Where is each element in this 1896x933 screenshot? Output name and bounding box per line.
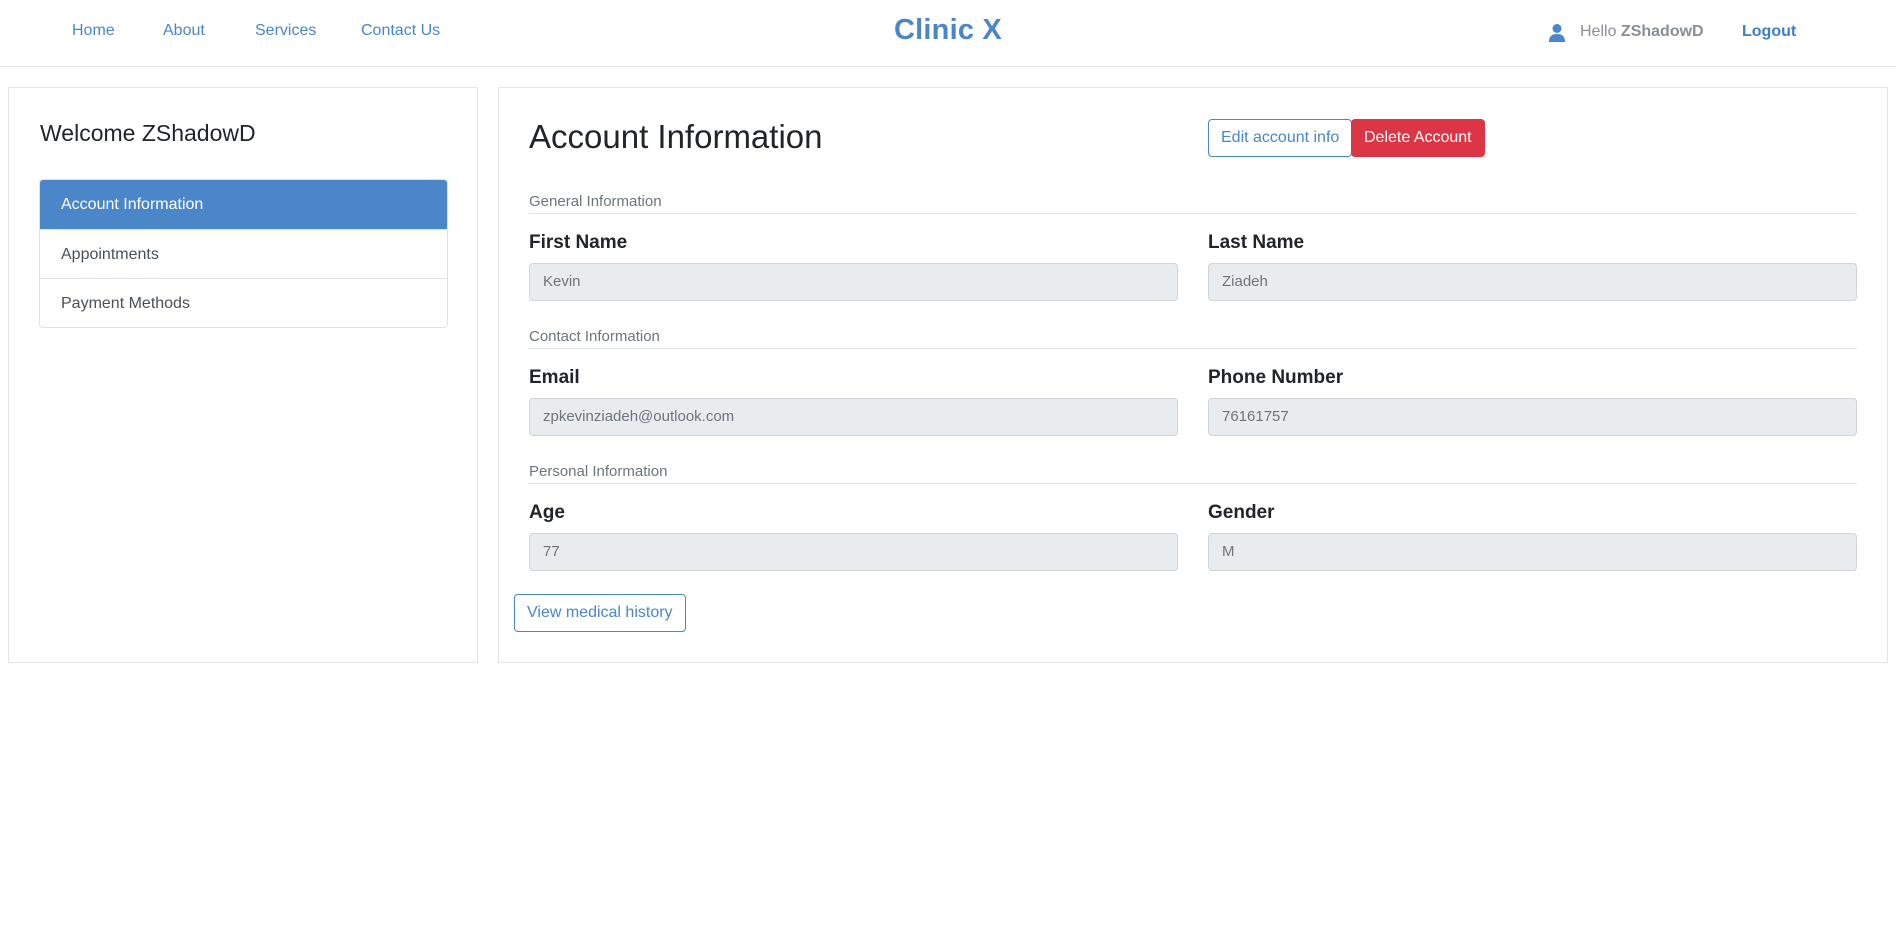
- page-title: Account Information: [529, 118, 823, 155]
- edit-account-button[interactable]: Edit account info: [1208, 119, 1353, 157]
- age-field[interactable]: 77: [529, 533, 1178, 571]
- last-name-label: Last Name: [1208, 232, 1305, 253]
- view-medical-history-button[interactable]: View medical history: [514, 594, 686, 632]
- section-contact-information: Contact Information: [529, 328, 1857, 349]
- account-info-panel: Account Information Edit account info De…: [498, 87, 1888, 663]
- menu-item-appointments[interactable]: Appointments: [40, 229, 447, 278]
- nav-about-link[interactable]: About: [163, 22, 205, 40]
- email-field[interactable]: zpkevinziadeh@outlook.com: [529, 398, 1178, 436]
- nav-contact-link[interactable]: Contact Us: [361, 22, 440, 40]
- delete-account-button[interactable]: Delete Account: [1351, 119, 1485, 157]
- user-icon: [1549, 24, 1565, 42]
- gender-label: Gender: [1208, 502, 1275, 523]
- user-greeting: Hello ZShadowD: [1580, 23, 1704, 41]
- menu-item-payment-methods[interactable]: Payment Methods: [40, 278, 447, 327]
- first-name-label: First Name: [529, 232, 628, 253]
- gender-field[interactable]: M: [1208, 533, 1857, 571]
- phone-number-field[interactable]: 76161757: [1208, 398, 1857, 436]
- first-name-field[interactable]: Kevin: [529, 263, 1178, 301]
- menu-item-account-information[interactable]: Account Information: [40, 180, 447, 229]
- phone-number-label: Phone Number: [1208, 367, 1344, 388]
- email-label: Email: [529, 367, 580, 388]
- section-personal-information: Personal Information: [529, 463, 1857, 484]
- section-general-information: General Information: [529, 193, 1857, 214]
- age-label: Age: [529, 502, 565, 523]
- logout-link[interactable]: Logout: [1742, 23, 1796, 41]
- welcome-heading: Welcome ZShadowD: [40, 120, 256, 146]
- brand-logo-text[interactable]: Clinic X: [894, 14, 1002, 46]
- last-name-field[interactable]: Ziadeh: [1208, 263, 1857, 301]
- greeting-username: ZShadowD: [1620, 23, 1704, 40]
- account-menu: Account Information Appointments Payment…: [39, 179, 448, 328]
- greeting-prefix: Hello: [1580, 23, 1617, 40]
- top-navbar: Home About Services Contact Us Clinic X …: [0, 0, 1896, 67]
- nav-services-link[interactable]: Services: [255, 22, 316, 40]
- sidebar-panel: Welcome ZShadowD Account Information App…: [8, 87, 478, 663]
- nav-home-link[interactable]: Home: [72, 22, 115, 40]
